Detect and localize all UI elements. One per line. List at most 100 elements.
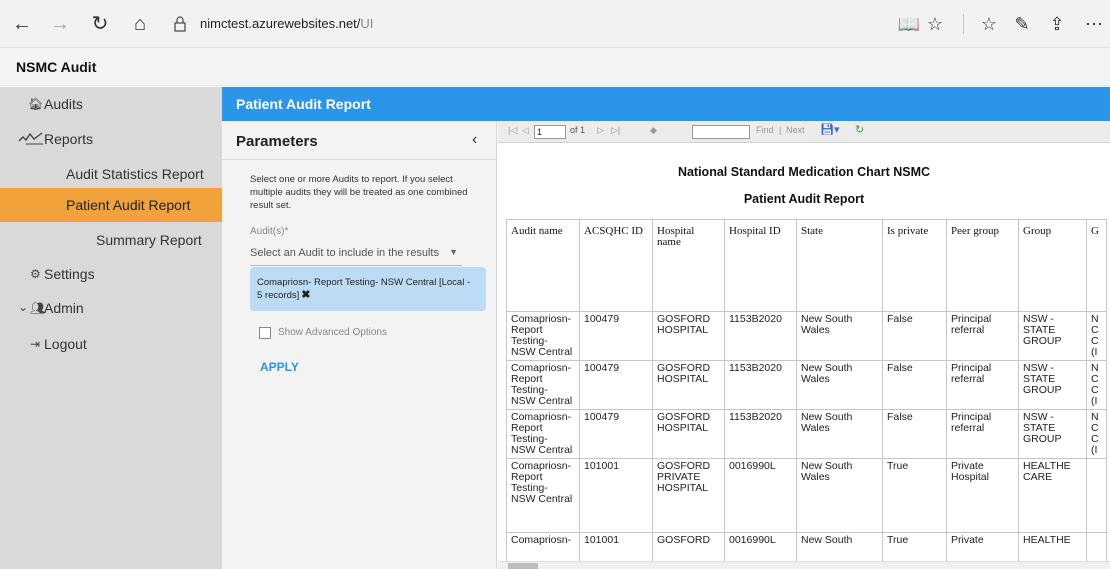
column-header: Hospital ID bbox=[724, 219, 797, 312]
address-bar[interactable]: nimctest.azurewebsites.net/UI bbox=[200, 16, 373, 31]
advanced-options-label[interactable]: Show Advanced Options bbox=[278, 327, 387, 338]
parameters-description: Select one or more Audits to report. If … bbox=[250, 174, 468, 211]
report-viewer: |◁ ◁ 1 of 1 ▷ ▷| ◆ Find | Next 💾︎▾ ↻ Nat… bbox=[498, 121, 1110, 569]
table-cell: 101001 bbox=[579, 458, 653, 533]
favorites-list-icon[interactable]: ☆ bbox=[977, 12, 1001, 36]
favorite-star-icon[interactable]: ☆ bbox=[923, 12, 947, 36]
table-cell: Private Hospital bbox=[946, 458, 1019, 533]
column-header: Hospital name bbox=[652, 219, 725, 312]
table-cell: N C C (I bbox=[1086, 311, 1107, 361]
report-subtitle: Patient Audit Report bbox=[743, 192, 865, 206]
chart-line-icon bbox=[18, 131, 44, 148]
page-number-input[interactable]: 1 bbox=[534, 125, 566, 139]
find-link[interactable]: Find bbox=[756, 125, 774, 135]
previous-page-icon[interactable]: ◁ bbox=[522, 125, 529, 136]
sidebar-item-summary-report[interactable]: Summary Report bbox=[0, 223, 222, 257]
collapse-panel-icon[interactable]: ‹ bbox=[472, 131, 477, 149]
sign-out-icon: ⇥ bbox=[30, 337, 41, 351]
table-cell: 1153B2020 bbox=[724, 360, 797, 410]
first-page-icon[interactable]: |◁ bbox=[508, 125, 517, 136]
column-header: Audit name bbox=[506, 219, 580, 312]
refresh-report-icon[interactable]: ↻ bbox=[855, 123, 864, 136]
sidebar-item-label: Audit Statistics Report bbox=[66, 166, 204, 182]
sidebar-item-patient-audit-report[interactable]: Patient Audit Report bbox=[0, 188, 222, 222]
table-row: Comapriosn- Report Testing- NSW Central … bbox=[506, 409, 1107, 459]
apply-button[interactable]: APPLY bbox=[260, 360, 299, 374]
sidebar-item-admin[interactable]: ⌄ 👥︎ Admin bbox=[0, 291, 222, 325]
sidebar-item-settings[interactable]: ⚙ Settings bbox=[0, 257, 222, 291]
parameters-title: Parameters bbox=[236, 133, 318, 150]
toolbar-divider bbox=[963, 14, 964, 34]
find-text-input[interactable] bbox=[692, 125, 750, 139]
share-icon[interactable]: ⇪ bbox=[1045, 12, 1069, 36]
column-header: State bbox=[796, 219, 883, 312]
forward-arrow-icon[interactable]: → bbox=[48, 12, 72, 36]
sidebar: 🏠︎ Audits Reports Audit Statistics Repor… bbox=[0, 87, 222, 569]
table-cell bbox=[1086, 458, 1107, 533]
audit-field-label: Audit(s)* bbox=[250, 226, 289, 237]
table-cell: N C C (I bbox=[1086, 360, 1107, 410]
table-cell: True bbox=[882, 458, 947, 533]
refresh-icon[interactable]: ↻ bbox=[88, 12, 112, 36]
sidebar-item-logout[interactable]: ⇥ Logout bbox=[0, 327, 222, 361]
table-cell: Comapriosn- Report Testing- NSW Central bbox=[506, 409, 580, 459]
remove-chip-icon[interactable]: ✖ bbox=[301, 289, 310, 301]
sidebar-item-reports[interactable]: Reports bbox=[0, 122, 222, 156]
sidebar-item-audit-statistics-report[interactable]: Audit Statistics Report bbox=[0, 157, 222, 191]
page-count: of 1 bbox=[570, 125, 586, 135]
scrollbar-thumb[interactable] bbox=[508, 563, 538, 569]
table-cell: Principal referral bbox=[946, 409, 1019, 459]
back-arrow-icon[interactable]: ← bbox=[10, 12, 34, 36]
table-cell: GOSFORD HOSPITAL bbox=[652, 409, 725, 459]
table-cell: New South Wales bbox=[796, 360, 883, 410]
app-header: NSMC Audit bbox=[0, 48, 1110, 86]
sidebar-item-label: Summary Report bbox=[96, 232, 202, 248]
table-cell: GOSFORD HOSPITAL bbox=[652, 311, 725, 361]
more-options-icon[interactable]: ⋯ bbox=[1082, 12, 1106, 36]
table-cell: New South Wales bbox=[796, 409, 883, 459]
sidebar-item-audits[interactable]: 🏠︎ Audits bbox=[0, 87, 222, 121]
advanced-options-checkbox[interactable] bbox=[259, 327, 271, 339]
page-title: Patient Audit Report bbox=[236, 96, 371, 112]
last-page-icon[interactable]: ▷| bbox=[611, 125, 620, 136]
table-cell: NSW - STATE GROUP bbox=[1018, 409, 1087, 459]
next-link[interactable]: Next bbox=[786, 125, 805, 135]
find-separator: | bbox=[779, 125, 782, 135]
table-row: Comapriosn- Report Testing- NSW Central … bbox=[506, 360, 1107, 410]
home-icon[interactable]: ⌂ bbox=[128, 12, 152, 36]
table-cell: False bbox=[882, 409, 947, 459]
table-cell: New South Wales bbox=[796, 458, 883, 533]
table-cell: 100479 bbox=[579, 360, 653, 410]
sidebar-item-label: Settings bbox=[44, 266, 95, 282]
table-cell: GOSFORD HOSPITAL bbox=[652, 360, 725, 410]
table-cell: False bbox=[882, 360, 947, 410]
table-cell: NSW - STATE GROUP bbox=[1018, 311, 1087, 361]
report-toolbar: |◁ ◁ 1 of 1 ▷ ▷| ◆ Find | Next 💾︎▾ ↻ bbox=[498, 121, 1110, 143]
users-icon: 👥︎ bbox=[30, 301, 46, 315]
app-title: NSMC Audit bbox=[16, 59, 97, 75]
column-header: Peer group bbox=[946, 219, 1019, 312]
sidebar-item-label: Patient Audit Report bbox=[66, 197, 191, 213]
report-title: National Standard Medication Chart NSMC bbox=[677, 165, 931, 179]
next-page-icon[interactable]: ▷ bbox=[597, 125, 604, 136]
table-cell: 100479 bbox=[579, 409, 653, 459]
back-parent-icon[interactable]: ◆ bbox=[650, 125, 657, 136]
chevron-down-icon: ⌄ bbox=[18, 300, 29, 314]
sidebar-item-label: Logout bbox=[44, 336, 87, 352]
sidebar-item-label: Audits bbox=[44, 96, 83, 112]
horizontal-scrollbar[interactable] bbox=[498, 561, 1110, 569]
divider bbox=[222, 159, 497, 160]
export-save-icon[interactable]: 💾︎▾ bbox=[820, 123, 840, 136]
reading-view-icon[interactable]: 📖 bbox=[897, 12, 921, 36]
table-cell: Comapriosn- Report Testing- NSW Central bbox=[506, 311, 580, 361]
table-row: Comapriosn- Report Testing- NSW Central … bbox=[506, 311, 1107, 361]
table-cell: 0016990L bbox=[724, 458, 797, 533]
browser-toolbar: ← → ↻ ⌂ nimctest.azurewebsites.net/UI 📖 … bbox=[0, 0, 1110, 48]
table-cell: N C C (I bbox=[1086, 409, 1107, 459]
pen-icon[interactable]: ✎ bbox=[1010, 12, 1034, 36]
table-cell: GOSFORD PRIVATE HOSPITAL bbox=[652, 458, 725, 533]
audit-select[interactable]: Select an Audit to include in the result… bbox=[250, 244, 462, 266]
column-header: Is private bbox=[882, 219, 947, 312]
column-header: ACSQHC ID bbox=[579, 219, 653, 312]
table-cell: 1153B2020 bbox=[724, 311, 797, 361]
